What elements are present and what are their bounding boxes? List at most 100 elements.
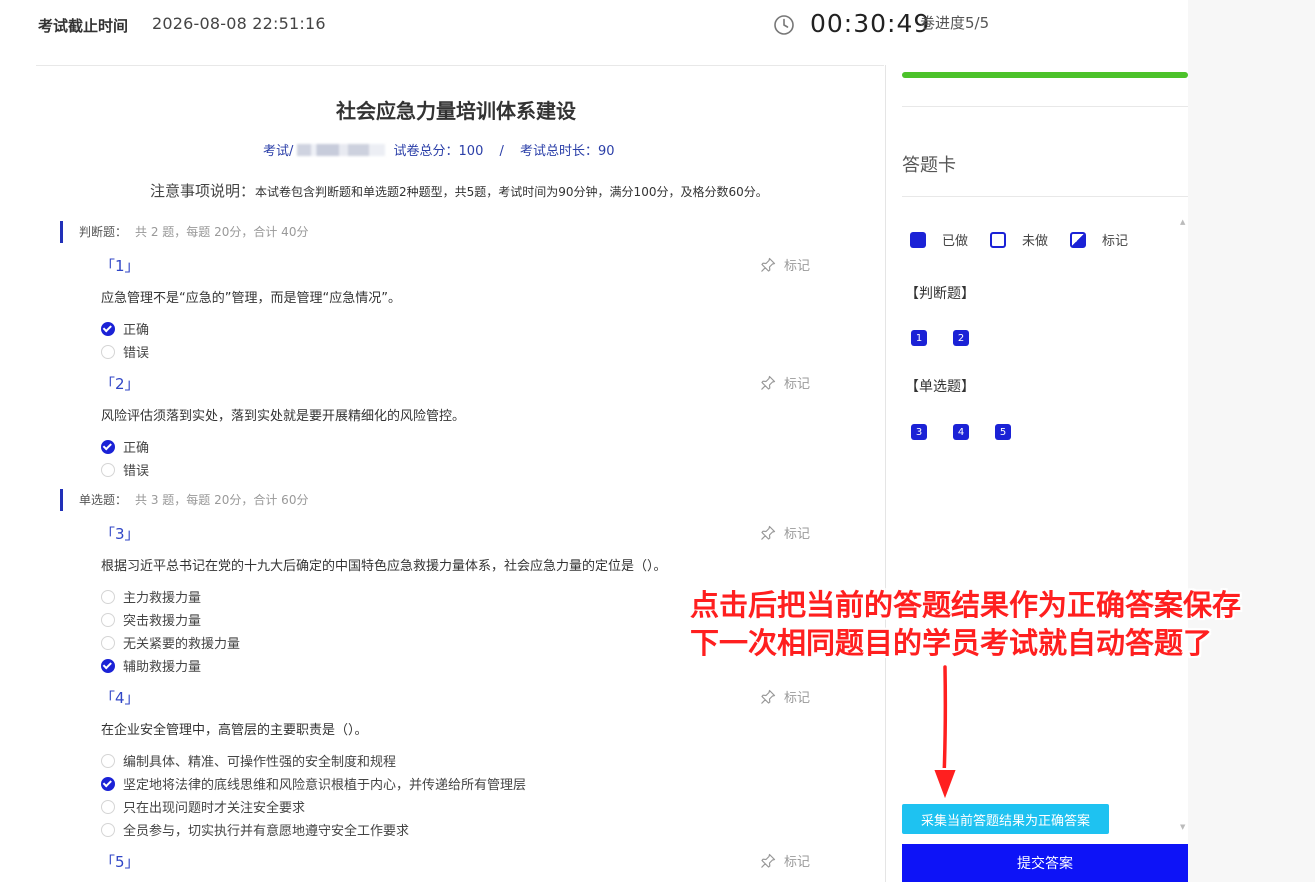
notice: 注意事项说明：本试卷包含判断题和单选题2种题型，共5题，考试时间为90分钟，满分… bbox=[150, 180, 768, 201]
section-meta: 共 3 题，每题 20分，合计 60分 bbox=[135, 493, 309, 507]
option-label: 辅助救援力量 bbox=[123, 660, 202, 675]
done-swatch-icon bbox=[910, 231, 926, 248]
mark-label: 标记 bbox=[784, 527, 811, 542]
collect-correct-answers-button[interactable]: 采集当前答题结果为正确答案 bbox=[902, 804, 1109, 834]
question-text: 在企业安全管理中，高管层的主要职责是（）。 bbox=[101, 723, 368, 738]
option-label: 错误 bbox=[123, 346, 150, 361]
option-b[interactable]: 坚定地将法律的底线思维和风险意识根植于内心，并传递给所有管理层 bbox=[101, 774, 526, 793]
radio[interactable] bbox=[101, 822, 115, 837]
option-label: 无关紧要的救援力量 bbox=[123, 637, 241, 652]
mark-question-button[interactable]: 标记 bbox=[760, 373, 810, 392]
legend-done-label: 已做 bbox=[942, 234, 969, 249]
mark-label: 标记 bbox=[784, 691, 811, 706]
option-label: 主力救援力量 bbox=[123, 591, 202, 606]
radio[interactable] bbox=[101, 589, 115, 604]
pin-icon bbox=[761, 853, 776, 868]
clock-icon bbox=[774, 15, 794, 35]
question-text: 风险评估须落到实处，落到实处就是要开展精细化的风险管控。 bbox=[101, 409, 466, 424]
legend-marked-label: 标记 bbox=[1102, 234, 1129, 249]
notice-lead: 注意事项说明： bbox=[150, 182, 256, 200]
total-score: 试卷总分：100 bbox=[393, 144, 484, 159]
question-text: 根据习近平总书记在党的十九大后确定的中国特色应急救援力量体系，社会应急力量的定位… bbox=[101, 559, 667, 574]
answer-group-title: 【判断题】 bbox=[905, 286, 975, 302]
option-a[interactable]: 编制具体、精准、可操作性强的安全制度和规程 bbox=[101, 751, 396, 770]
radio[interactable] bbox=[101, 635, 115, 650]
answer-card-item[interactable]: 5 bbox=[995, 424, 1011, 440]
pin-icon bbox=[761, 525, 776, 540]
radio[interactable] bbox=[101, 753, 115, 768]
pin-icon bbox=[761, 257, 776, 272]
mark-question-button[interactable]: 标记 bbox=[760, 687, 810, 706]
option-true[interactable]: 正确 bbox=[101, 319, 149, 338]
radio[interactable] bbox=[101, 612, 115, 627]
radio[interactable] bbox=[101, 344, 115, 359]
radio-checked[interactable] bbox=[101, 321, 115, 336]
option-label: 只在出现问题时才关注安全要求 bbox=[123, 801, 306, 816]
countdown-timer: 00:30:49 bbox=[810, 9, 931, 38]
paper-meta: 考试/ 试卷总分：100 / 考试总时长：90 bbox=[263, 140, 615, 159]
section-name: 单选题： bbox=[79, 493, 128, 507]
option-true[interactable]: 正确 bbox=[101, 437, 149, 456]
option-false[interactable]: 错误 bbox=[101, 460, 149, 479]
option-c[interactable]: 只在出现问题时才关注安全要求 bbox=[101, 797, 305, 816]
option-a[interactable]: 主力救援力量 bbox=[101, 587, 201, 606]
question-text: 应急管理不是“应急的”管理，而是管理“应急情况”。 bbox=[101, 291, 401, 306]
mark-label: 标记 bbox=[784, 377, 811, 392]
mark-label: 标记 bbox=[784, 855, 811, 870]
answer-card-title: 答题卡 bbox=[902, 155, 956, 176]
question-number: 「4」 bbox=[100, 689, 140, 707]
question-number: 「5」 bbox=[100, 853, 140, 871]
option-label: 坚定地将法律的底线思维和风险意识根植于内心，并传递给所有管理层 bbox=[123, 778, 527, 793]
option-false[interactable]: 错误 bbox=[101, 342, 149, 361]
option-c[interactable]: 无关紧要的救援力量 bbox=[101, 633, 240, 652]
answer-progress-fill bbox=[902, 72, 1188, 78]
section-header-judge: 判断题： 共 2 题，每题 20分，合计 40分 bbox=[60, 221, 308, 243]
total-duration: 考试总时长：90 bbox=[520, 144, 615, 159]
panel-divider bbox=[885, 65, 886, 882]
legend-todo-label: 未做 bbox=[1022, 234, 1049, 249]
radio[interactable] bbox=[101, 462, 115, 477]
redacted-exam-name bbox=[297, 144, 386, 156]
answer-card-divider bbox=[902, 196, 1188, 197]
meta-separator: / bbox=[499, 144, 504, 159]
radio-checked[interactable] bbox=[101, 658, 115, 673]
section-name: 判断题： bbox=[79, 225, 128, 239]
exam-page: 考试截止时间 2026-08-08 22:51:16 00:30:49 卷进度5… bbox=[0, 0, 1188, 882]
radio[interactable] bbox=[101, 799, 115, 814]
answer-group-title: 【单选题】 bbox=[905, 379, 975, 395]
mark-question-button[interactable]: 标记 bbox=[760, 255, 810, 274]
mark-question-button[interactable]: 标记 bbox=[760, 523, 810, 542]
answer-card-item[interactable]: 1 bbox=[911, 330, 927, 346]
annotation-arrow-icon bbox=[931, 665, 959, 804]
annotation-line: 点击后把当前的答题结果作为正确答案保存 bbox=[690, 588, 1242, 622]
answer-card-item[interactable]: 2 bbox=[953, 330, 969, 346]
pin-icon bbox=[761, 375, 776, 390]
radio-checked[interactable] bbox=[101, 439, 115, 454]
radio-checked[interactable] bbox=[101, 776, 115, 791]
pin-icon bbox=[761, 689, 776, 704]
deadline-label: 考试截止时间 bbox=[38, 17, 129, 35]
mark-label: 标记 bbox=[784, 259, 811, 274]
option-label: 正确 bbox=[123, 323, 150, 338]
scroll-down-icon[interactable]: ▼ bbox=[1180, 823, 1185, 831]
question-number: 「3」 bbox=[100, 525, 140, 543]
option-d[interactable]: 辅助救援力量 bbox=[101, 656, 201, 675]
annotation-line: 下一次相同题目的学员考试就自动答题了 bbox=[690, 626, 1213, 660]
scroll-up-icon[interactable]: ▲ bbox=[1180, 218, 1185, 226]
marked-swatch-icon bbox=[1070, 231, 1087, 248]
deadline-value: 2026-08-08 22:51:16 bbox=[152, 14, 326, 33]
answer-progress-bar bbox=[902, 72, 1188, 78]
section-header-single: 单选题： 共 3 题，每题 20分，合计 60分 bbox=[60, 489, 308, 511]
header-divider bbox=[36, 65, 884, 66]
notice-text: 本试卷包含判断题和单选题2种题型，共5题，考试时间为90分钟，满分100分，及格… bbox=[255, 185, 768, 199]
question-number: 「2」 bbox=[100, 375, 140, 393]
option-label: 错误 bbox=[123, 464, 150, 479]
option-d[interactable]: 全员参与，切实执行并有意愿地遵守安全工作要求 bbox=[101, 820, 409, 839]
answer-card-item[interactable]: 3 bbox=[911, 424, 927, 440]
answer-card-item[interactable]: 4 bbox=[953, 424, 969, 440]
answer-card-legend: 已做 未做 标记 bbox=[910, 230, 1150, 249]
option-b[interactable]: 突击救援力量 bbox=[101, 610, 201, 629]
submit-answers-button[interactable]: 提交答案 bbox=[902, 844, 1188, 882]
option-label: 正确 bbox=[123, 441, 150, 456]
mark-question-button[interactable]: 标记 bbox=[760, 851, 810, 870]
